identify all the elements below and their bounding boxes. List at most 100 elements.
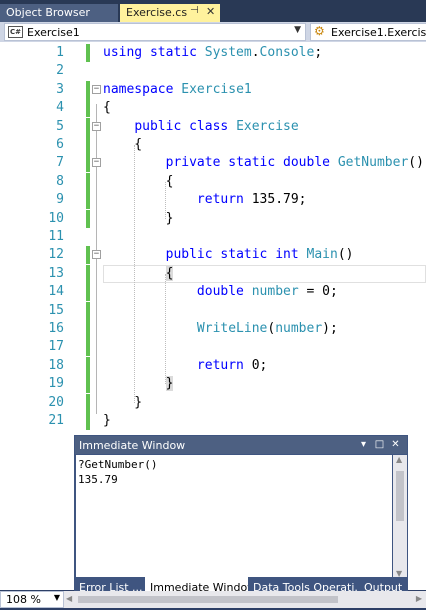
code-text: } (103, 394, 143, 410)
change-marker (86, 301, 90, 320)
navigation-bar: C# Exercise1 ▼ ⚙ Exercise1.Exercise (0, 22, 426, 42)
code-text: { (103, 173, 174, 189)
change-marker (86, 356, 90, 375)
code-line[interactable]: 13 { (0, 264, 426, 283)
collapse-icon[interactable]: − (92, 84, 101, 94)
dropdown-icon[interactable]: ▾ (357, 438, 370, 451)
line-number: 4 (56, 100, 64, 116)
code-line[interactable]: 3 − namespace Exercise1 (0, 80, 426, 99)
change-marker (86, 209, 90, 228)
code-line[interactable]: 6 { (0, 136, 426, 154)
code-line[interactable]: 20 } (0, 393, 426, 412)
line-number: 16 (48, 321, 64, 336)
line-number: 15 (48, 302, 64, 318)
change-marker (86, 154, 90, 173)
code-line[interactable]: 9 return 135.79; (0, 191, 426, 210)
type-dropdown-label: Exercise1.Exercise (331, 26, 426, 39)
code-text: } (103, 210, 174, 226)
code-text: return 0; (196, 357, 268, 373)
collapse-icon[interactable]: − (92, 250, 101, 260)
vertical-scrollbar[interactable]: ▲ ▼ (393, 455, 407, 578)
code-line[interactable]: 18 return 0; (0, 356, 426, 375)
code-line[interactable]: 1 using static System.Console; (0, 44, 426, 62)
change-marker (86, 412, 90, 430)
collapse-icon[interactable]: − (92, 158, 101, 168)
immediate-window-titlebar[interactable]: Immediate Window ▾ □ ✕ (75, 436, 407, 454)
collapse-icon[interactable]: − (92, 121, 101, 131)
zoom-level: 108 % (6, 593, 41, 606)
code-line[interactable]: 5 − public class Exercise (0, 117, 426, 136)
code-line[interactable]: 4{ (0, 99, 426, 118)
immediate-window-text: ?GetNumber() 135.79 (78, 458, 158, 486)
line-number: 17 (48, 339, 64, 355)
code-line[interactable]: 19 } (0, 375, 426, 394)
close-icon[interactable]: ✕ (389, 438, 402, 451)
line-number: 19 (48, 376, 64, 392)
code-line[interactable]: 21} (0, 412, 426, 430)
tab-exercise-cs-label: Exercise.cs (126, 6, 188, 19)
line-number: 6 (56, 137, 64, 152)
code-text: double number = 0; (196, 284, 338, 300)
change-marker (86, 283, 90, 302)
code-line[interactable]: 10 } (0, 209, 426, 228)
code-line[interactable]: 17 (0, 338, 426, 357)
line-number: 7 (56, 155, 64, 171)
immediate-window-title: Immediate Window (79, 439, 186, 452)
code-line[interactable]: 11 (0, 228, 426, 246)
code-text: { (103, 100, 111, 116)
tab-object-browser-label: Object Browser (6, 6, 90, 19)
code-text: namespace Exercise1 (103, 81, 252, 97)
project-dropdown[interactable]: C# Exercise1 ▼ (4, 23, 306, 41)
line-number: 5 (56, 118, 64, 134)
change-marker (86, 44, 90, 62)
line-number: 2 (56, 63, 64, 79)
immediate-window-content[interactable]: ?GetNumber() 135.79 (76, 455, 392, 578)
maximize-icon[interactable]: □ (373, 438, 386, 451)
line-number: 8 (56, 173, 64, 189)
indent-guide (134, 145, 135, 403)
code-text: } (103, 413, 111, 428)
code-line[interactable]: 7 − private static double GetNumber() (0, 154, 426, 173)
code-line[interactable]: 16 WriteLine(number); (0, 320, 426, 338)
code-text: using static System.Console; (103, 45, 323, 60)
horizontal-scrollbar[interactable]: ◀ ▶ (64, 591, 426, 608)
code-line[interactable]: 8 { (0, 172, 426, 191)
line-number: 3 (56, 81, 64, 97)
change-marker (86, 375, 90, 394)
csharp-project-icon: C# (8, 26, 23, 38)
line-number: 21 (48, 413, 64, 428)
tab-object-browser[interactable]: Object Browser (0, 4, 118, 22)
code-line[interactable]: 14 double number = 0; (0, 283, 426, 302)
zoom-dropdown[interactable]: 108 % ▼ (0, 591, 64, 608)
scroll-right-icon[interactable]: ▶ (416, 594, 422, 603)
change-marker (86, 393, 90, 412)
line-number: 18 (48, 357, 64, 373)
code-line[interactable]: 15 (0, 301, 426, 320)
code-text: public class Exercise (134, 118, 299, 134)
change-marker (86, 117, 90, 136)
code-text: { (103, 137, 143, 152)
line-number: 20 (48, 394, 64, 410)
code-text: WriteLine(number); (196, 321, 338, 336)
tab-exercise-cs[interactable]: Exercise.cs ⊣ ✕ (120, 4, 220, 22)
line-number: 10 (48, 210, 64, 226)
change-marker (86, 320, 90, 338)
chevron-down-icon: ▼ (53, 593, 60, 602)
scroll-thumb[interactable] (396, 471, 404, 521)
type-dropdown[interactable]: ⚙ Exercise1.Exercise (310, 23, 426, 41)
scroll-up-icon[interactable]: ▲ (396, 455, 402, 464)
code-line[interactable]: 2 (0, 62, 426, 80)
close-icon[interactable]: ✕ (206, 5, 215, 18)
scroll-left-icon[interactable]: ◀ (66, 594, 72, 603)
change-marker (86, 191, 90, 210)
chevron-down-icon: ▼ (294, 25, 301, 35)
indent-guide (165, 274, 166, 385)
scroll-thumb[interactable] (78, 596, 338, 603)
code-text: { (165, 265, 174, 281)
line-number: 12 (48, 247, 64, 263)
code-line[interactable]: 12 − public static int Main() (0, 246, 426, 265)
document-tab-strip: Object Browser Exercise.cs ⊣ ✕ (0, 0, 426, 22)
pin-icon[interactable]: ⊣ (190, 5, 199, 16)
change-marker (86, 246, 90, 265)
change-marker (86, 264, 90, 283)
